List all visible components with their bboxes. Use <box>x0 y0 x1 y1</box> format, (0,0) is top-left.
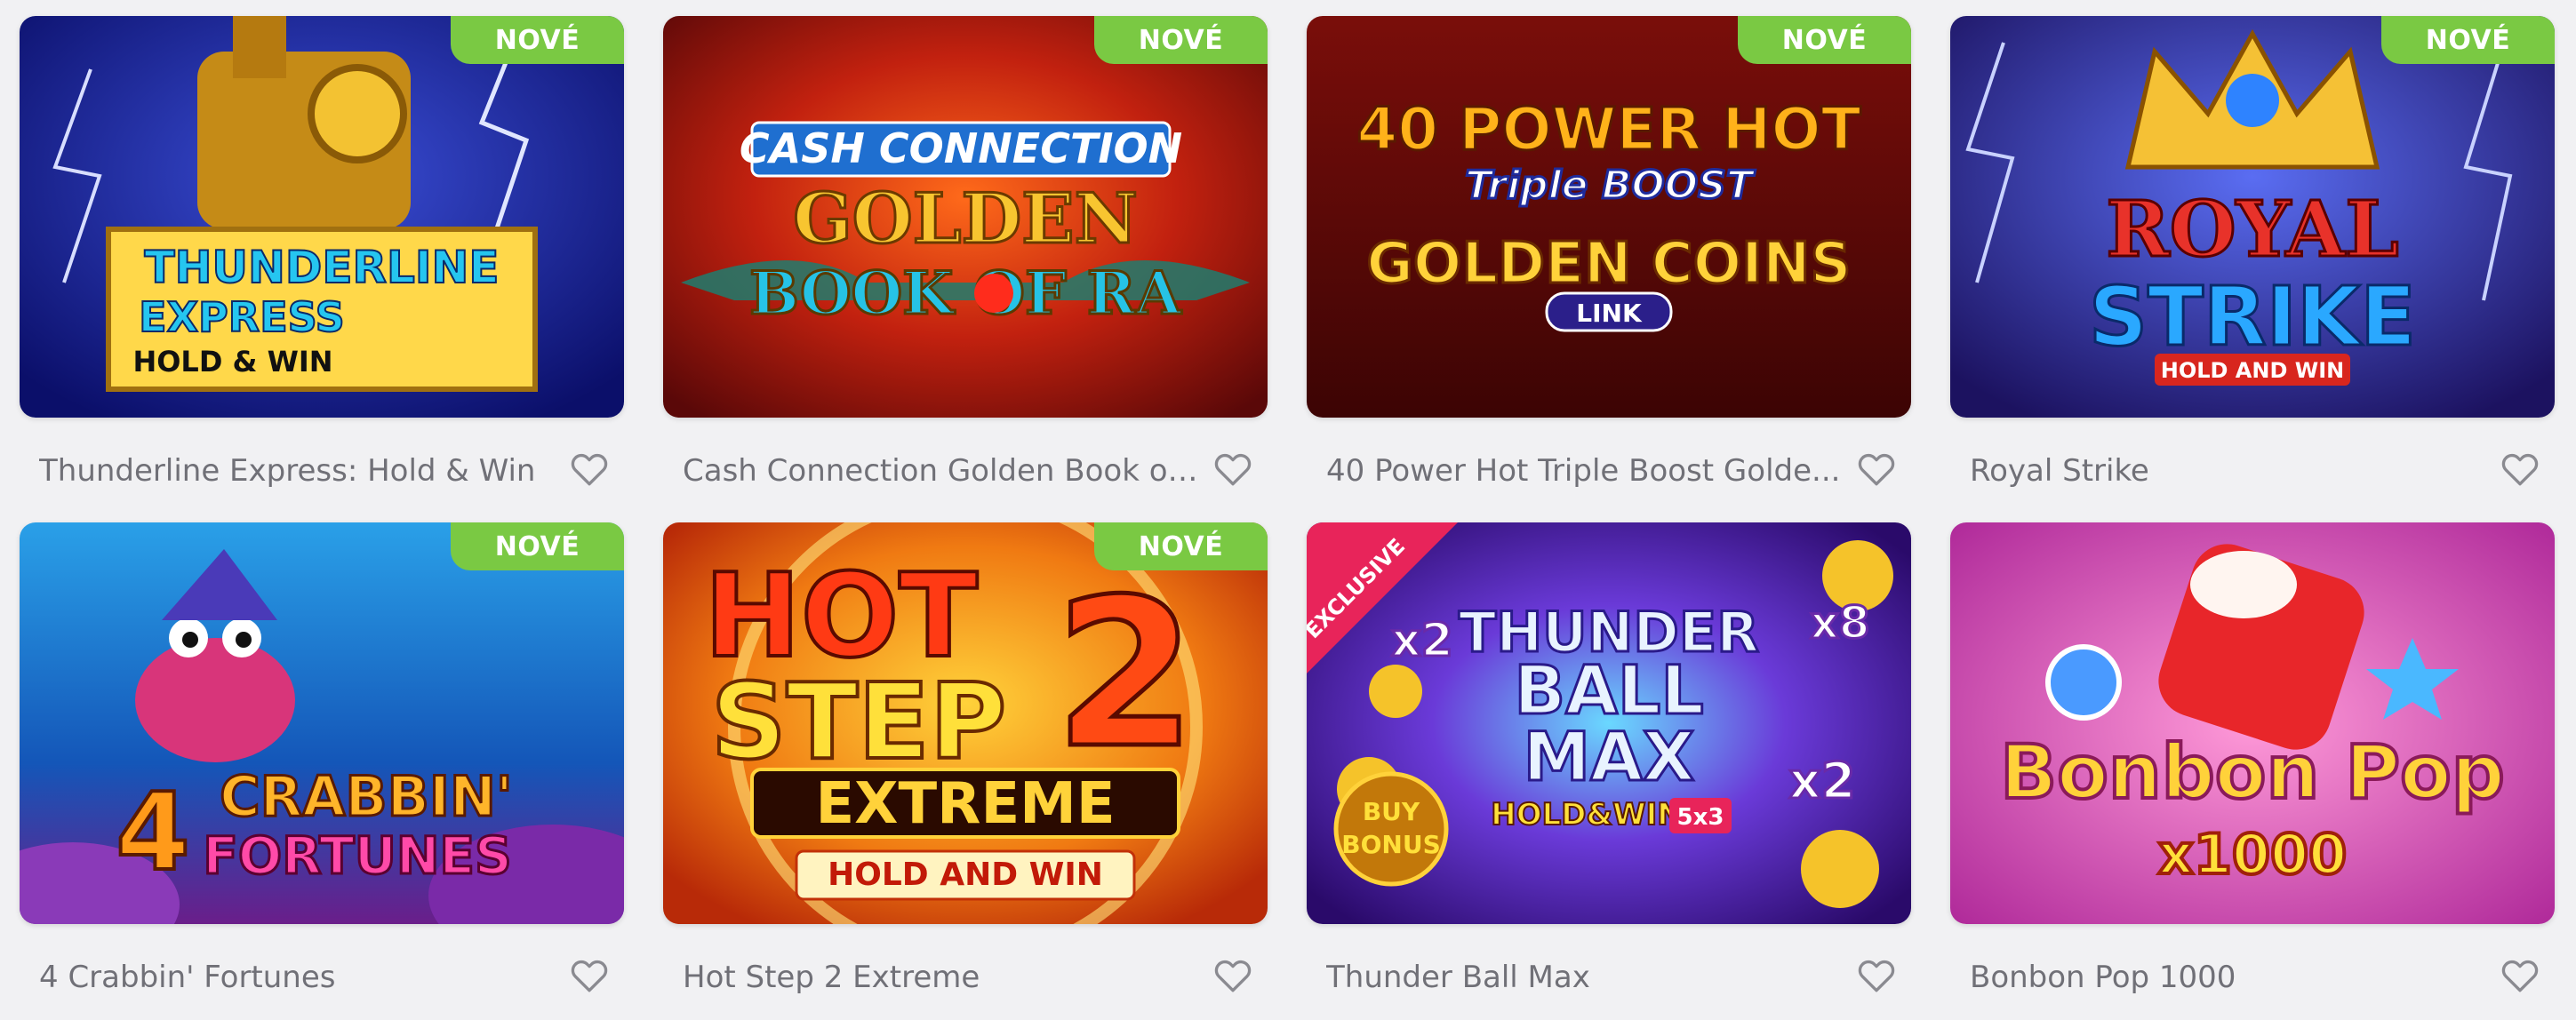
art-text: LINK <box>1576 299 1643 328</box>
game-thumbnail[interactable]: ROYAL STRIKE HOLD AND WIN NOVÉ <box>1950 16 2555 418</box>
game-artwork: THUNDERLINE EXPRESS HOLD & WIN <box>20 16 624 418</box>
game-artwork: CASH CONNECTION GOLDEN BOOK OF RA <box>663 16 1268 418</box>
heart-outline-icon <box>1214 453 1252 486</box>
art-text: FORTUNES <box>203 825 512 886</box>
art-text: BONUS <box>1341 830 1440 859</box>
game-artwork: HOT STEP 2 EXTREME HOLD AND WIN <box>663 522 1268 924</box>
game-thumbnail[interactable]: 40 POWER HOT Triple BOOST GOLDEN COINS L… <box>1307 16 1911 418</box>
art-text: HOLD&WIN <box>1491 797 1683 833</box>
game-card[interactable]: Bonbon Pop x1000 Bonbon Pop 1000 <box>1950 522 2555 1020</box>
art-text: EXPRESS <box>139 293 345 341</box>
game-thumbnail[interactable]: THUNDERLINE EXPRESS HOLD & WIN NOVÉ <box>20 16 624 418</box>
game-artwork: 4 CRABBIN' FORTUNES <box>20 522 624 924</box>
art-text: Triple BOOST <box>1465 163 1756 208</box>
game-title[interactable]: 4 Crabbin' Fortunes <box>39 960 555 995</box>
favorite-button[interactable] <box>2498 952 2542 997</box>
heart-outline-icon <box>2501 453 2539 486</box>
art-text: HOLD & WIN <box>132 345 332 379</box>
art-text: CRABBIN' <box>220 764 513 829</box>
art-text: MAX <box>1523 717 1694 796</box>
art-text: 2 <box>1054 556 1196 793</box>
art-text: x8 <box>1810 597 1869 649</box>
art-text: x2 <box>1788 753 1855 810</box>
art-text: THUNDERLINE <box>144 242 499 293</box>
heart-outline-icon <box>571 453 608 486</box>
game-card[interactable]: 40 POWER HOT Triple BOOST GOLDEN COINS L… <box>1307 16 1911 514</box>
art-text: 5x3 <box>1677 804 1724 831</box>
art-text: x2 <box>1391 614 1453 667</box>
new-badge: NOVÉ <box>1094 522 1268 570</box>
favorite-button[interactable] <box>1211 446 1255 490</box>
game-artwork: ROYAL STRIKE HOLD AND WIN <box>1950 16 2555 418</box>
game-card[interactable]: EXCLUSIVE x2 x8 THUNDER BALL MAX HOLD&WI… <box>1307 522 1911 1020</box>
game-thumbnail[interactable]: Bonbon Pop x1000 <box>1950 522 2555 924</box>
art-text: HOLD AND WIN <box>2161 358 2344 383</box>
heart-outline-icon <box>2501 960 2539 992</box>
game-card[interactable]: THUNDERLINE EXPRESS HOLD & WIN NOVÉ Thun… <box>20 16 624 514</box>
heart-outline-icon <box>1858 453 1895 486</box>
new-badge: NOVÉ <box>451 522 624 570</box>
art-text: HOLD AND WIN <box>828 857 1103 893</box>
heart-outline-icon <box>571 960 608 992</box>
new-badge: NOVÉ <box>1738 16 1911 64</box>
favorite-button[interactable] <box>1211 952 1255 997</box>
heart-outline-icon <box>1858 960 1895 992</box>
art-text: BOOK OF RA <box>749 259 1182 328</box>
favorite-button[interactable] <box>1854 952 1899 997</box>
favorite-button[interactable] <box>567 952 612 997</box>
art-text: GOLDEN <box>793 179 1138 259</box>
heart-outline-icon <box>1214 960 1252 992</box>
game-title[interactable]: 40 Power Hot Triple Boost Golde... <box>1326 453 1842 489</box>
game-card[interactable]: 4 CRABBIN' FORTUNES NOVÉ 4 Crabbin' Fort… <box>20 522 624 1020</box>
game-thumbnail[interactable]: EXCLUSIVE x2 x8 THUNDER BALL MAX HOLD&WI… <box>1307 522 1911 924</box>
game-card[interactable]: CASH CONNECTION GOLDEN BOOK OF RA NOVÉ C… <box>663 16 1268 514</box>
art-text: EXTREME <box>815 771 1115 837</box>
game-title[interactable]: Thunderline Express: Hold & Win <box>39 453 555 489</box>
art-text: x1000 <box>2158 822 2348 887</box>
art-text: STRIKE <box>2089 269 2416 364</box>
new-badge: NOVÉ <box>451 16 624 64</box>
new-badge: NOVÉ <box>1094 16 1268 64</box>
art-text: 40 POWER HOT <box>1356 95 1860 163</box>
game-thumbnail[interactable]: 4 CRABBIN' FORTUNES NOVÉ <box>20 522 624 924</box>
art-text: Bonbon Pop <box>2000 729 2505 816</box>
favorite-button[interactable] <box>2498 446 2542 490</box>
game-artwork: Bonbon Pop x1000 <box>1950 522 2555 924</box>
game-card[interactable]: HOT STEP 2 EXTREME HOLD AND WIN NOVÉ Hot… <box>663 522 1268 1020</box>
favorite-button[interactable] <box>567 446 612 490</box>
game-thumbnail[interactable]: CASH CONNECTION GOLDEN BOOK OF RA NOVÉ <box>663 16 1268 418</box>
game-grid: THUNDERLINE EXPRESS HOLD & WIN NOVÉ Thun… <box>0 0 2576 1011</box>
game-title[interactable]: Bonbon Pop 1000 <box>1970 960 2485 995</box>
game-title[interactable]: Cash Connection Golden Book of ... <box>683 453 1198 489</box>
new-badge: NOVÉ <box>2381 16 2555 64</box>
art-text: STEP <box>711 660 1007 783</box>
game-title[interactable]: Royal Strike <box>1970 453 2485 489</box>
art-text: ROYAL <box>2106 185 2398 275</box>
favorite-button[interactable] <box>1854 446 1899 490</box>
game-title[interactable]: Hot Step 2 Extreme <box>683 960 1198 995</box>
art-text: 4 <box>116 771 190 895</box>
game-title[interactable]: Thunder Ball Max <box>1326 960 1842 995</box>
art-text: GOLDEN COINS <box>1366 231 1851 297</box>
game-thumbnail[interactable]: HOT STEP 2 EXTREME HOLD AND WIN NOVÉ <box>663 522 1268 924</box>
game-card[interactable]: ROYAL STRIKE HOLD AND WIN NOVÉ Royal Str… <box>1950 16 2555 514</box>
game-artwork: EXCLUSIVE x2 x8 THUNDER BALL MAX HOLD&WI… <box>1307 522 1911 924</box>
game-artwork: 40 POWER HOT Triple BOOST GOLDEN COINS L… <box>1307 16 1911 418</box>
art-text: CASH CONNECTION <box>740 124 1182 172</box>
art-text: BUY <box>1363 797 1420 826</box>
